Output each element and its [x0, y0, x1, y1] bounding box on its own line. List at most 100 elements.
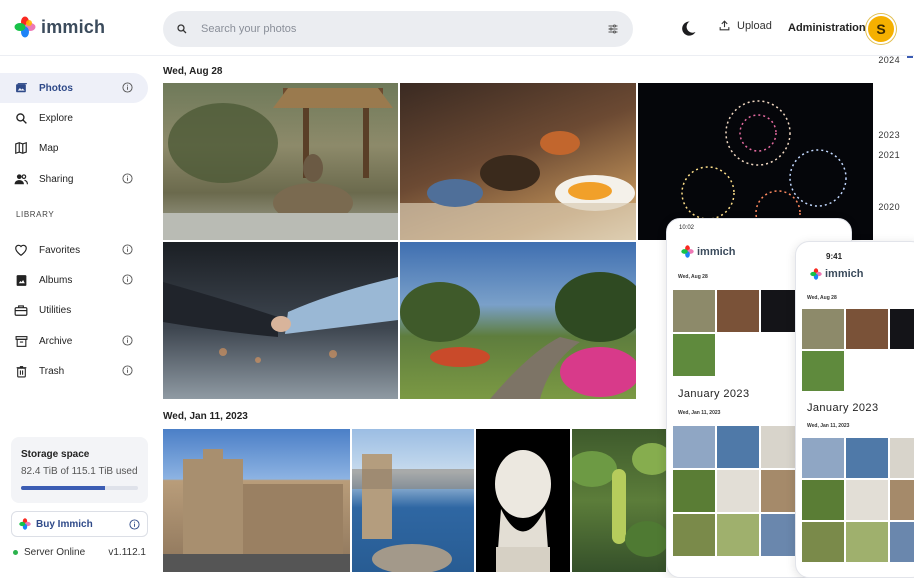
album-icon [16, 274, 26, 286]
info-icon[interactable] [122, 173, 133, 184]
phone-month-label: January 2023 [807, 402, 879, 414]
sidebar-item-label: Trash [39, 365, 65, 377]
sidebar-item-albums[interactable]: Albums [0, 265, 148, 295]
phone-thumbnail [717, 514, 759, 556]
photo-thumbnail[interactable] [163, 242, 398, 399]
phone-thumbnail [717, 290, 759, 332]
phone-app-name: immich [697, 245, 736, 258]
phone-thumbnail [846, 438, 888, 478]
sidebar-item-trash[interactable]: Trash [0, 356, 148, 386]
sidebar-item-sharing[interactable]: Sharing [0, 164, 148, 194]
immich-logo-icon [14, 16, 36, 38]
photo-content [352, 454, 474, 572]
sidebar-item-label: Archive [39, 335, 73, 347]
online-dot-icon [13, 549, 18, 555]
upload-icon [719, 20, 730, 31]
search-bar[interactable] [163, 11, 633, 47]
photo-thumbnail[interactable] [400, 242, 636, 399]
date-group-label[interactable]: Wed, Aug 28 [163, 66, 222, 77]
photo-content [495, 450, 551, 572]
photo-thumbnail[interactable] [352, 429, 474, 572]
phone-date-label: Wed, Aug 28 [678, 274, 708, 280]
phone-month-label: January 2023 [678, 388, 750, 400]
photo-content [163, 449, 350, 572]
app-logo[interactable]: immich [14, 16, 105, 38]
app-name: immich [41, 16, 106, 37]
scrubber-year[interactable]: 2024 [878, 55, 900, 65]
upload-label: Upload [737, 19, 772, 32]
scrubber-year[interactable]: 2020 [878, 202, 900, 212]
administration-link[interactable]: Administration [788, 22, 866, 34]
phone-status-time: 9:41 [826, 252, 843, 261]
phone-thumbnail [802, 309, 844, 349]
server-status-label: Server Online [24, 546, 86, 558]
search-icon [177, 24, 187, 34]
search-input[interactable] [201, 23, 593, 35]
sidebar-item-map[interactable]: Map [0, 133, 148, 163]
scrubber-year[interactable]: 2023 [878, 130, 900, 140]
scrubber-indicator [907, 56, 913, 58]
phone-thumbnail [890, 438, 914, 478]
phone-thumbnail [802, 438, 844, 478]
info-icon[interactable] [122, 274, 133, 285]
user-avatar[interactable]: S [866, 14, 896, 44]
info-icon[interactable] [122, 82, 133, 93]
photo-thumbnail[interactable] [476, 429, 570, 572]
sidebar-item-label: Favorites [39, 244, 81, 256]
phone-thumbnail [890, 522, 914, 562]
library-section-label: LIBRARY [16, 210, 55, 219]
trash-icon [16, 365, 26, 377]
sidebar-item-archive[interactable]: Archive [0, 326, 148, 356]
storage-title: Storage space [21, 449, 90, 460]
sidebar-item-photos[interactable]: Photos [0, 73, 148, 103]
sidebar-item-explore[interactable]: Explore [0, 103, 148, 133]
toolbox-icon [14, 305, 28, 316]
phone-app-logo: immich [681, 245, 736, 258]
search-options-icon[interactable] [607, 23, 619, 35]
phone-thumbnail [673, 514, 715, 556]
buy-immich-button[interactable]: Buy Immich [11, 511, 148, 537]
sidebar-item-favorites[interactable]: Favorites [0, 235, 148, 265]
phone-app-name: immich [825, 268, 864, 280]
sidebar-item-utilities[interactable]: Utilities [0, 295, 148, 325]
map-icon [15, 141, 27, 155]
photo-thumbnail[interactable] [400, 83, 636, 240]
archive-icon [15, 335, 27, 347]
scrubber-year[interactable]: 2021 [878, 150, 900, 160]
phone-thumbnail [802, 480, 844, 520]
phone-thumbnail [846, 522, 888, 562]
phone-thumbnail [846, 309, 888, 349]
phone-thumbnail [890, 480, 914, 520]
photo-content [163, 88, 398, 240]
info-icon[interactable] [122, 244, 133, 255]
sidebar-item-label: Map [39, 142, 59, 154]
upload-button[interactable]: Upload [718, 19, 772, 32]
immich-logo-icon [810, 268, 822, 280]
phone-app-logo: immich [810, 268, 864, 280]
date-group-label[interactable]: Wed, Jan 11, 2023 [163, 411, 248, 422]
sidebar-item-label: Explore [39, 112, 73, 124]
phone-status-time: 10:02 [679, 225, 695, 231]
photo-thumbnail[interactable] [572, 429, 666, 572]
theme-toggle-button[interactable] [678, 19, 698, 39]
phone-thumbnail [717, 470, 759, 512]
storage-usage-text: 82.4 TiB of 115.1 TiB used [21, 466, 138, 477]
phone-thumbnail [890, 309, 914, 349]
photo-thumbnail[interactable] [163, 83, 398, 240]
photo-thumbnail[interactable] [163, 429, 350, 572]
sidebar-item-label: Albums [39, 274, 73, 286]
photo-content [163, 277, 398, 363]
server-version: v1.112.1 [108, 546, 146, 558]
phone-thumbnail [673, 426, 715, 468]
search-icon [15, 112, 27, 124]
info-icon[interactable] [129, 519, 140, 530]
info-icon[interactable] [122, 365, 133, 376]
photo-content [572, 443, 666, 557]
sidebar: Photos Explore Map Sharing LIBRARY Favor… [0, 56, 155, 578]
phone-thumbnail [846, 480, 888, 520]
info-icon[interactable] [122, 335, 133, 346]
storage-card: Storage space 82.4 TiB of 115.1 TiB used [11, 437, 148, 503]
photo-thumbnail[interactable] [638, 83, 873, 240]
phone-thumbnail [802, 522, 844, 562]
phone-thumbnail [673, 470, 715, 512]
